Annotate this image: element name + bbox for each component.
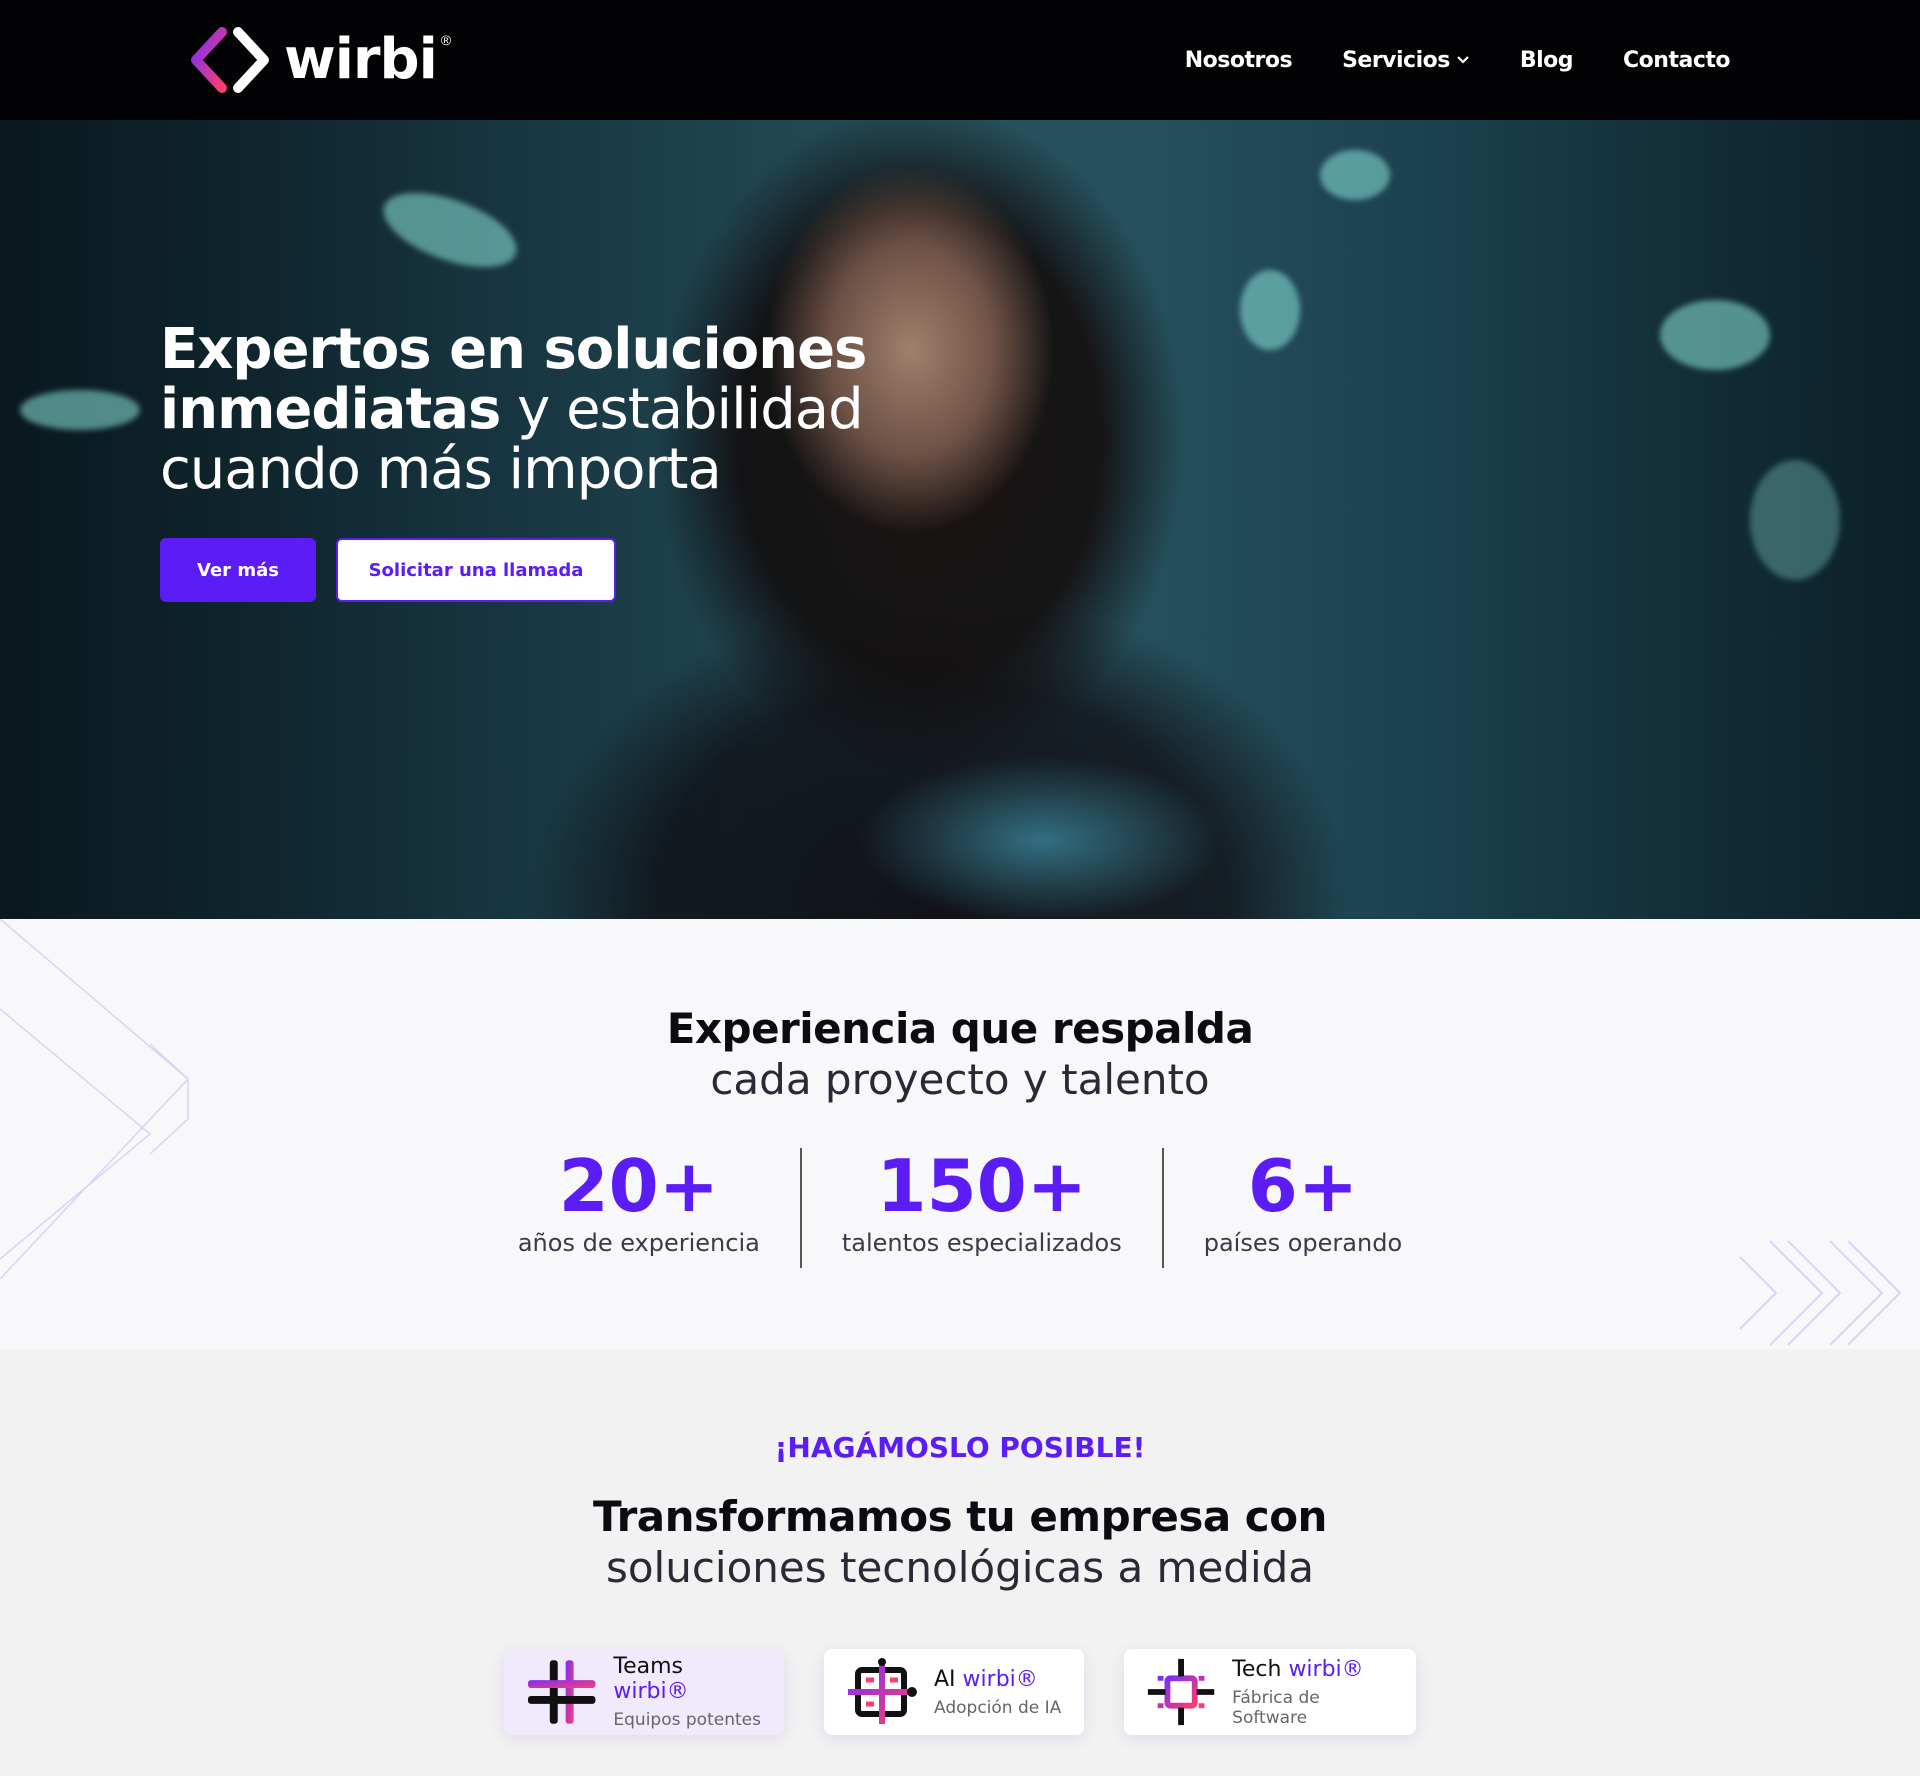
stat-label: años de experiencia: [517, 1229, 760, 1257]
card-subtitle: Equipos potentes: [613, 1710, 761, 1730]
ai-icon: [848, 1658, 917, 1724]
services-section: ¡HAGÁMOSLO POSIBLE! Transformamos tu emp…: [0, 1349, 1920, 1776]
chevron-down-icon: [1457, 56, 1469, 64]
card-reg: ®: [666, 1679, 689, 1704]
solicitar-llamada-button[interactable]: Solicitar una llamada: [336, 538, 616, 602]
brand-logo[interactable]: wirbi ®: [188, 26, 451, 94]
stats-heading-strong: Experiencia que respalda: [666, 1004, 1254, 1053]
services-heading-strong: Transformamos tu empresa con: [593, 1492, 1327, 1541]
hero-background-light: [1240, 270, 1300, 350]
ver-mas-button[interactable]: Ver más: [160, 538, 316, 602]
card-title: Tech: [1232, 1656, 1282, 1682]
nav-item-servicios[interactable]: Servicios: [1342, 48, 1470, 73]
service-card-tech[interactable]: Tech wirbi® Fábrica de Software: [1124, 1649, 1416, 1735]
card-title: AI: [934, 1666, 956, 1692]
brand-wordmark: wirbi: [284, 27, 438, 92]
stat-value: 150+: [876, 1144, 1088, 1228]
nav-item-blog[interactable]: Blog: [1520, 48, 1574, 73]
hero-headline: Expertos en soluciones inmediatas y esta…: [160, 320, 880, 500]
code-brackets-logo-icon: [191, 27, 269, 93]
stat-value: 20+: [558, 1144, 720, 1228]
hero-title-line-3: cuando más importa: [160, 437, 722, 502]
card-reg: ®: [1341, 1656, 1364, 1682]
services-eyebrow: ¡HAGÁMOSLO POSIBLE!: [774, 1431, 1146, 1464]
stat-countries: 6+ países operando: [1164, 1144, 1442, 1268]
stats-heading-light: cada proyecto y talento: [710, 1055, 1210, 1104]
card-brand: wirbi: [1288, 1656, 1342, 1682]
card-subtitle: Adopción de IA: [934, 1697, 1062, 1718]
services-heading: Transformamos tu empresa con soluciones …: [0, 1491, 1920, 1593]
hero-background-light: [1320, 150, 1390, 200]
stat-value: 6+: [1247, 1144, 1359, 1228]
service-card-ai[interactable]: AI wirbi® Adopción de IA: [824, 1649, 1084, 1735]
service-cards: Teams wirbi® Equipos potentes AI wirbi® …: [0, 1649, 1920, 1735]
hero-background-light: [373, 177, 527, 283]
hero-cta-group: Ver más Solicitar una llamada: [160, 538, 616, 602]
stat-talents: 150+ talentos especializados: [802, 1144, 1162, 1268]
experience-stats-section: Experiencia que respalda cada proyecto y…: [0, 919, 1920, 1349]
stat-label: países operando: [1203, 1229, 1403, 1257]
card-brand: wirbi: [962, 1666, 1016, 1692]
stats-heading: Experiencia que respalda cada proyecto y…: [0, 1003, 1920, 1105]
hero-title-line-1: Expertos en soluciones: [160, 317, 867, 382]
hero-section: Expertos en soluciones inmediatas y esta…: [0, 120, 1920, 919]
card-reg: ®: [1015, 1666, 1038, 1692]
top-navbar: wirbi ® Nosotros Servicios Blog Contacto: [0, 0, 1920, 120]
nav-item-servicios-label: Servicios: [1342, 47, 1450, 73]
stat-years: 20+ años de experiencia: [478, 1144, 800, 1268]
card-title: Teams: [613, 1654, 683, 1679]
stat-label: talentos especializados: [841, 1229, 1122, 1257]
hero-background-light: [1660, 300, 1770, 370]
nav-item-contacto[interactable]: Contacto: [1623, 48, 1730, 73]
hero-background-light: [1750, 460, 1840, 580]
service-card-teams[interactable]: Teams wirbi® Equipos potentes: [504, 1649, 784, 1735]
card-brand: wirbi: [613, 1679, 667, 1704]
registered-mark: ®: [440, 32, 452, 48]
teams-icon: [527, 1660, 596, 1724]
hero-title-line-2-light: y estabilidad: [500, 377, 863, 442]
services-heading-light: soluciones tecnológicas a medida: [605, 1543, 1315, 1592]
nav-item-nosotros[interactable]: Nosotros: [1185, 48, 1293, 73]
tech-icon: [1147, 1658, 1215, 1726]
stats-row: 20+ años de experiencia 150+ talentos es…: [0, 1144, 1920, 1268]
main-menu: Nosotros Servicios Blog Contacto: [1185, 0, 1731, 120]
card-subtitle: Fábrica de Software: [1232, 1687, 1320, 1728]
hero-title-line-2-bold: inmediatas: [160, 377, 501, 442]
hero-background-light: [20, 390, 140, 430]
